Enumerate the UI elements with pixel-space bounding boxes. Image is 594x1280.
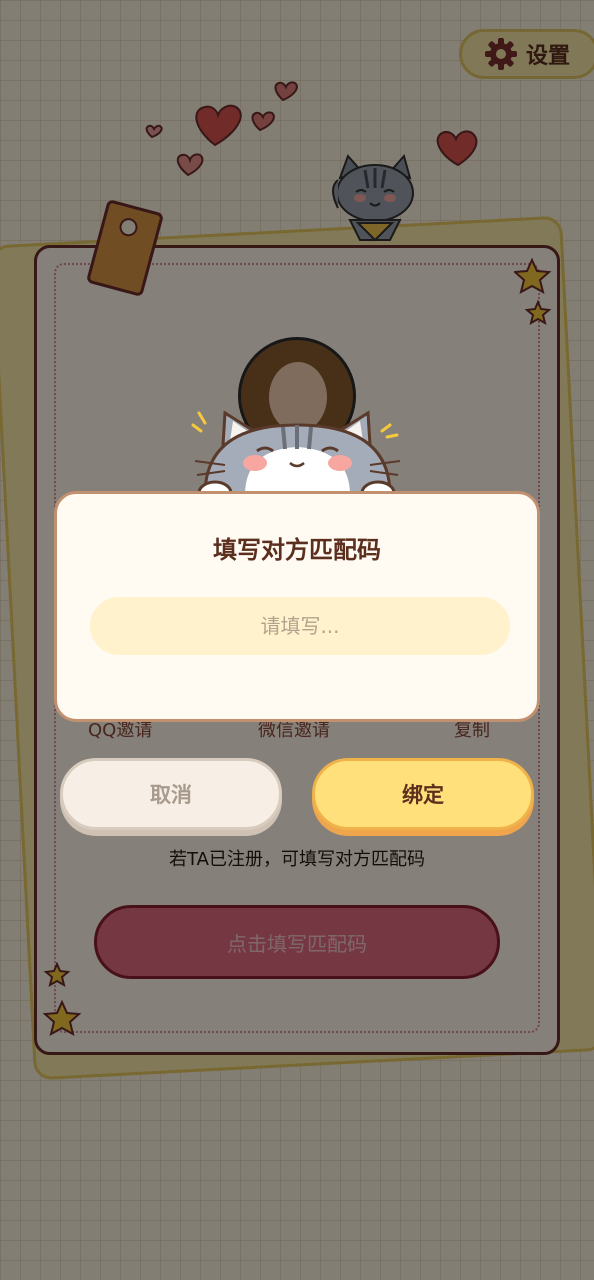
match-code-dialog: 填写对方匹配码 [54, 491, 540, 722]
cancel-button[interactable]: 取消 [60, 758, 282, 830]
dialog-title: 填写对方匹配码 [213, 536, 381, 564]
bind-button[interactable]: 绑定 [312, 758, 534, 830]
match-code-input[interactable] [90, 597, 510, 655]
cat-mascot-peek [191, 410, 401, 505]
